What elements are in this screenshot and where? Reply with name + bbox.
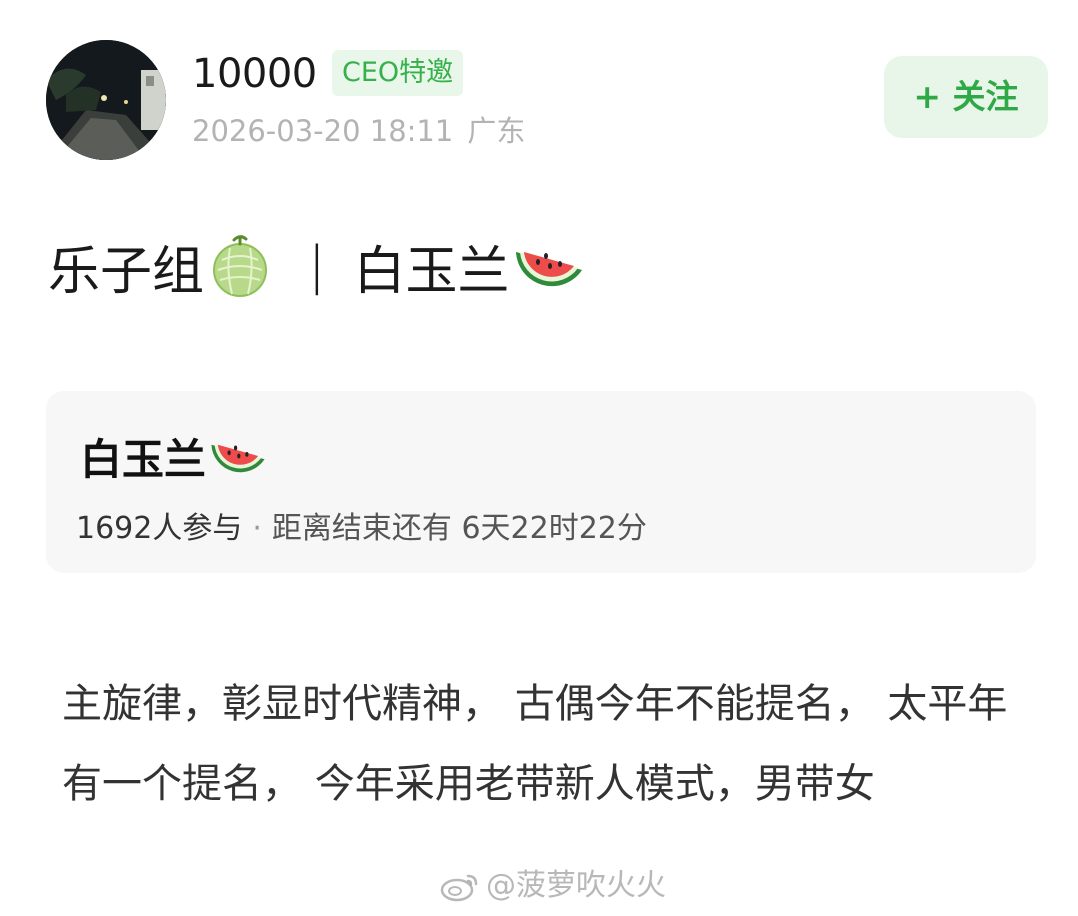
title-separator: | bbox=[308, 236, 326, 296]
watermark-text: @菠萝吹火火 bbox=[486, 868, 666, 903]
watermelon-icon bbox=[515, 252, 582, 287]
melon-icon bbox=[213, 235, 268, 297]
post-meta: 2026-03-20 18:11 广东 bbox=[192, 112, 525, 150]
post-timestamp: 2026-03-20 18:11 bbox=[192, 114, 454, 148]
post-location: 广东 bbox=[467, 114, 526, 148]
weibo-logo-icon bbox=[440, 874, 478, 902]
watermelon-icon bbox=[211, 444, 265, 473]
follow-button[interactable]: + 关注 bbox=[884, 56, 1048, 138]
title-right-text: 白玉兰 bbox=[353, 241, 510, 302]
poll-title-text: 白玉兰 bbox=[80, 434, 207, 484]
poll-participants: 1692人参与 bbox=[76, 511, 243, 546]
night-street-photo-icon bbox=[46, 40, 166, 160]
poll-card[interactable]: 白玉兰 1692人参与 · 距离结束还有 6天22时22分 bbox=[46, 391, 1036, 573]
title-left-text: 乐子组 bbox=[48, 241, 205, 302]
weibo-watermark: @菠萝吹火火 bbox=[440, 866, 666, 906]
post-body-text: 主旋律，彰显时代精神， 古偶今年不能提名， 太平年有一个提名， 今年采用老带新人… bbox=[62, 681, 1008, 807]
poll-meta: 1692人参与 · 距离结束还有 6天22时22分 bbox=[76, 509, 647, 549]
post-title: 乐子组 | 白玉兰 bbox=[48, 226, 588, 306]
poll-title: 白玉兰 bbox=[80, 425, 270, 487]
poll-countdown: 距离结束还有 6天22时22分 bbox=[271, 511, 647, 546]
author-avatar[interactable] bbox=[46, 40, 166, 160]
ceo-invited-badge: CEO特邀 bbox=[332, 50, 464, 96]
author-username[interactable]: 10000 bbox=[192, 50, 317, 98]
poll-meta-separator: · bbox=[252, 511, 262, 546]
